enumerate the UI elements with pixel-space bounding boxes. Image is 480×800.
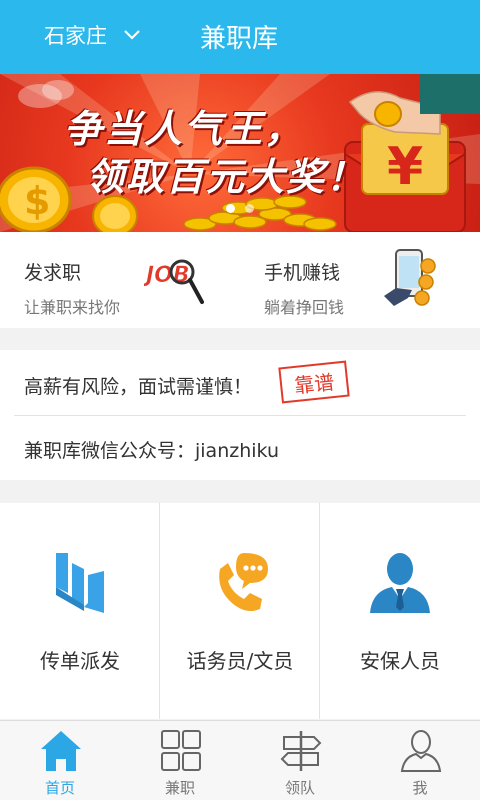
tab-label: 兼职: [164, 779, 195, 797]
pager-dot[interactable]: [226, 204, 235, 213]
tab-label: 领队: [284, 779, 315, 797]
tab-label: 首页: [44, 779, 75, 797]
divider: [14, 415, 466, 416]
job-magnifier-icon: JOB: [144, 259, 204, 304]
page-title: 兼职库: [200, 24, 279, 54]
tab-me[interactable]: 我: [360, 721, 480, 800]
quick-entry-panel: 发求职 让兼职来找你 JOB 手机赚钱 躺着挣回钱: [0, 232, 480, 328]
city-label: 石家庄: [44, 24, 107, 48]
banner-pager: [0, 204, 480, 213]
banner-headline-2: 领取百元大奖！: [86, 155, 367, 199]
chevron-down-icon: [124, 30, 140, 40]
phone-money-icon: [384, 249, 436, 306]
category-security[interactable]: 安保人员: [320, 503, 480, 719]
grid-icon: [161, 730, 201, 771]
flyer-icon: [56, 553, 104, 613]
app-header: 石家庄 兼职库: [0, 0, 480, 74]
banner-headline-1: 争当人气王，: [64, 107, 305, 151]
wechat-notice[interactable]: 兼职库微信公众号：jianzhiku: [24, 436, 279, 463]
safety-notice[interactable]: 高薪有风险，面试需谨慎！: [24, 372, 252, 399]
divider: [159, 503, 160, 719]
entry-subtitle: 让兼职来找你: [24, 298, 121, 317]
category-label: 安保人员: [360, 649, 440, 673]
user-icon: [400, 730, 442, 772]
category-operator-clerk[interactable]: 话务员/文员: [160, 503, 320, 719]
bottom-tab-bar: 首页 兼职 领队 我: [0, 720, 480, 800]
tab-home[interactable]: 首页: [0, 721, 120, 800]
mobile-earn-entry[interactable]: 手机赚钱 躺着挣回钱: [240, 232, 480, 328]
divider: [319, 503, 320, 719]
post-job-seek-entry[interactable]: 发求职 让兼职来找你 JOB: [0, 232, 240, 328]
category-flyer[interactable]: 传单派发: [0, 503, 160, 719]
security-person-icon: [370, 553, 430, 613]
signpost-icon: [280, 731, 322, 771]
city-selector[interactable]: 石家庄: [44, 20, 141, 50]
tab-leader[interactable]: 领队: [240, 721, 360, 800]
entry-title: 发求职: [24, 262, 82, 284]
category-label: 传单派发: [40, 649, 120, 673]
reliable-stamp: 靠谱: [278, 360, 350, 404]
entry-title: 手机赚钱: [264, 262, 341, 284]
gold-coin-icon: $: [0, 166, 72, 232]
tab-label: 我: [412, 779, 428, 797]
tab-parttime[interactable]: 兼职: [120, 721, 240, 800]
svg-text:¥: ¥: [387, 137, 423, 197]
category-grid: 传单派发 话务员/文员 安保人员: [0, 503, 480, 719]
phone-call-icon: [219, 553, 268, 611]
home-icon: [41, 731, 81, 771]
entry-subtitle: 躺着挣回钱: [264, 298, 345, 317]
category-label: 话务员/文员: [186, 649, 294, 673]
pager-dot[interactable]: [245, 204, 254, 213]
notice-panel: 高薪有风险，面试需谨慎！ 兼职库微信公众号：jianzhiku: [0, 350, 480, 480]
svg-text:$: $: [24, 179, 50, 223]
